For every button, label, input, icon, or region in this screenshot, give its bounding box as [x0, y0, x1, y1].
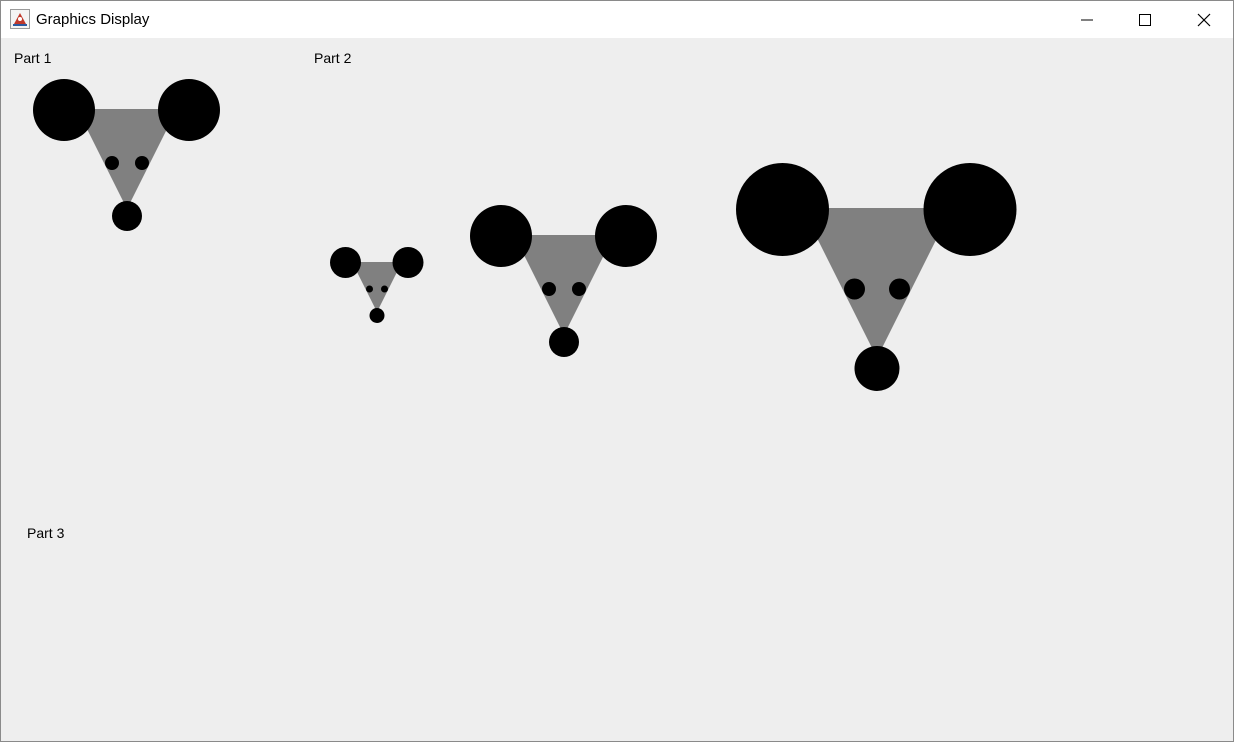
part2-mouse-small	[330, 247, 424, 323]
mouse-right-ear	[158, 79, 220, 141]
mouse-right-eye	[135, 156, 149, 170]
window-title: Graphics Display	[36, 11, 150, 28]
mouse-right-eye	[572, 282, 586, 296]
mouse-right-ear	[595, 205, 657, 267]
minimize-button[interactable]	[1058, 1, 1116, 38]
mouse-left-ear	[736, 163, 829, 256]
close-button[interactable]	[1175, 1, 1233, 38]
part2-mouse-large	[736, 163, 1017, 391]
mouse-left-eye	[542, 282, 556, 296]
drawing-canvas: Part 1 Part 2 Part 3	[1, 38, 1233, 741]
mouse-left-ear	[470, 205, 532, 267]
maximize-button[interactable]	[1116, 1, 1174, 38]
mouse-left-eye	[844, 278, 865, 300]
part2-mouse-medium	[470, 205, 657, 357]
graphics-display-window: Graphics Display Part 1 Part 2 Part 3	[0, 0, 1234, 742]
maximize-icon	[1139, 13, 1151, 26]
mouse-right-ear	[392, 247, 424, 278]
mouse-right-ear	[923, 163, 1017, 256]
mouse-left-ear	[330, 247, 361, 278]
mouse-right-eye	[381, 285, 388, 293]
title-bar[interactable]: Graphics Display	[1, 1, 1233, 38]
mouse-nose	[549, 327, 579, 357]
mouse-left-eye	[105, 156, 119, 170]
minimize-icon	[1081, 19, 1093, 20]
close-icon	[1197, 13, 1211, 26]
java-cup-icon	[10, 9, 30, 29]
mouse-nose	[854, 346, 900, 391]
mouse-drawings	[33, 79, 1017, 391]
mouse-nose	[112, 201, 142, 231]
mouse-right-eye	[889, 278, 910, 300]
part1-mouse	[33, 79, 220, 231]
mouse-left-ear	[33, 79, 95, 141]
mouse-nose	[369, 308, 385, 323]
mouse-left-eye	[366, 285, 373, 293]
